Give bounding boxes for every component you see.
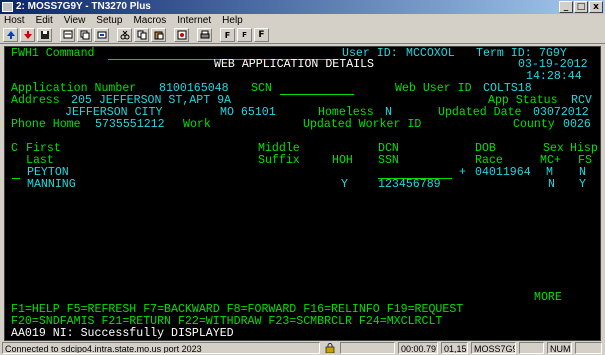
person-hoh[interactable]: Y bbox=[341, 179, 348, 191]
title-bar: 2: MOSS7G9Y - TN3270 Plus _ □ x bbox=[0, 0, 605, 14]
close-button[interactable]: x bbox=[589, 1, 603, 13]
arrow-down-icon[interactable] bbox=[20, 28, 35, 42]
status-message: AA019 NI: Successfully DISPLAYED bbox=[11, 327, 234, 340]
command-label: FWH1 Command bbox=[11, 47, 95, 60]
person-dob[interactable]: 04011964 bbox=[475, 167, 531, 179]
copy-screen-icon[interactable] bbox=[77, 28, 92, 42]
updated-date-label: Updated Date bbox=[438, 106, 522, 119]
header-c: C bbox=[11, 142, 18, 155]
terminal-screen[interactable]: FWH1 Command User ID: MCCOXOL Term ID: 7… bbox=[4, 46, 601, 341]
menu-help[interactable]: Help bbox=[222, 14, 243, 27]
connection-status: Connected to sdcipo4.intra.state.mo.us p… bbox=[2, 342, 320, 354]
header-suffix: Suffix bbox=[258, 154, 300, 167]
work-label: Work bbox=[183, 118, 211, 131]
state-zip: MO 65101 bbox=[220, 106, 276, 119]
cursor-position: 01,15 bbox=[441, 342, 468, 354]
page-title: WEB APPLICATION DETAILS bbox=[214, 58, 375, 71]
menu-internet[interactable]: Internet bbox=[177, 14, 211, 27]
paste-icon[interactable] bbox=[151, 28, 166, 42]
empty-status-cell bbox=[340, 342, 395, 354]
more-indicator: MORE bbox=[534, 291, 562, 304]
font-button-3[interactable]: F bbox=[254, 28, 269, 42]
session-name: MOSS7G9Y bbox=[471, 342, 516, 354]
person-mc[interactable]: N bbox=[548, 179, 555, 191]
toolbar: F F F bbox=[0, 27, 605, 44]
address-label: Address bbox=[11, 94, 60, 107]
person-ssn[interactable]: 123456789 bbox=[378, 179, 441, 191]
print-screen-icon[interactable] bbox=[60, 28, 75, 42]
empty-status-cell-2 bbox=[519, 342, 544, 354]
person-fs[interactable]: Y bbox=[579, 179, 586, 191]
updated-worker-label: Updated Worker ID bbox=[303, 118, 422, 131]
maximize-button[interactable]: □ bbox=[574, 1, 588, 13]
county-value: 0026 bbox=[563, 118, 591, 131]
person-last[interactable]: MANNING bbox=[27, 179, 76, 191]
menu-bar: Host Edit View Setup Macros Internet Hel… bbox=[0, 14, 605, 27]
minimize-button[interactable]: _ bbox=[559, 1, 573, 13]
scn-label: SCN bbox=[251, 82, 272, 95]
window-controls: _ □ x bbox=[559, 1, 603, 13]
person-plus: + bbox=[459, 166, 466, 179]
font-button-2[interactable]: F bbox=[237, 28, 252, 42]
status-bar: Connected to sdcipo4.intra.state.mo.us p… bbox=[0, 341, 605, 355]
web-user-id-label: Web User ID bbox=[395, 82, 472, 95]
header-ssn: SSN bbox=[378, 154, 399, 167]
time: 14:28:44 bbox=[526, 70, 582, 83]
scn-input[interactable] bbox=[280, 94, 354, 95]
cut-icon[interactable] bbox=[117, 28, 132, 42]
menu-host[interactable]: Host bbox=[4, 14, 25, 27]
session-timer: 00:00.797 bbox=[398, 342, 438, 354]
user-id-value: MCCOXOL bbox=[406, 47, 455, 60]
empty-status-cell-3 bbox=[575, 342, 602, 354]
county-label: County bbox=[513, 118, 555, 131]
header-hoh: HOH bbox=[332, 154, 353, 167]
window-title: 2: MOSS7G9Y - TN3270 Plus bbox=[16, 1, 151, 12]
phone-home-value: 5735551212 bbox=[95, 118, 165, 131]
save-icon[interactable] bbox=[37, 28, 52, 42]
lock-icon bbox=[325, 343, 335, 353]
copy-icon[interactable] bbox=[134, 28, 149, 42]
menu-view[interactable]: View bbox=[64, 14, 86, 27]
select-input[interactable] bbox=[12, 178, 20, 179]
app-icon bbox=[2, 2, 13, 12]
menu-setup[interactable]: Setup bbox=[96, 14, 122, 27]
capture-icon[interactable] bbox=[94, 28, 109, 42]
phone-home-label: Phone Home bbox=[11, 118, 81, 131]
keypad-icon[interactable] bbox=[174, 28, 189, 42]
arrow-up-icon[interactable] bbox=[3, 28, 18, 42]
menu-macros[interactable]: Macros bbox=[133, 14, 166, 27]
font-button-1[interactable]: F bbox=[220, 28, 235, 42]
num-lock-indicator: NUM bbox=[547, 342, 572, 354]
menu-edit[interactable]: Edit bbox=[36, 14, 53, 27]
printer-icon[interactable] bbox=[197, 28, 212, 42]
